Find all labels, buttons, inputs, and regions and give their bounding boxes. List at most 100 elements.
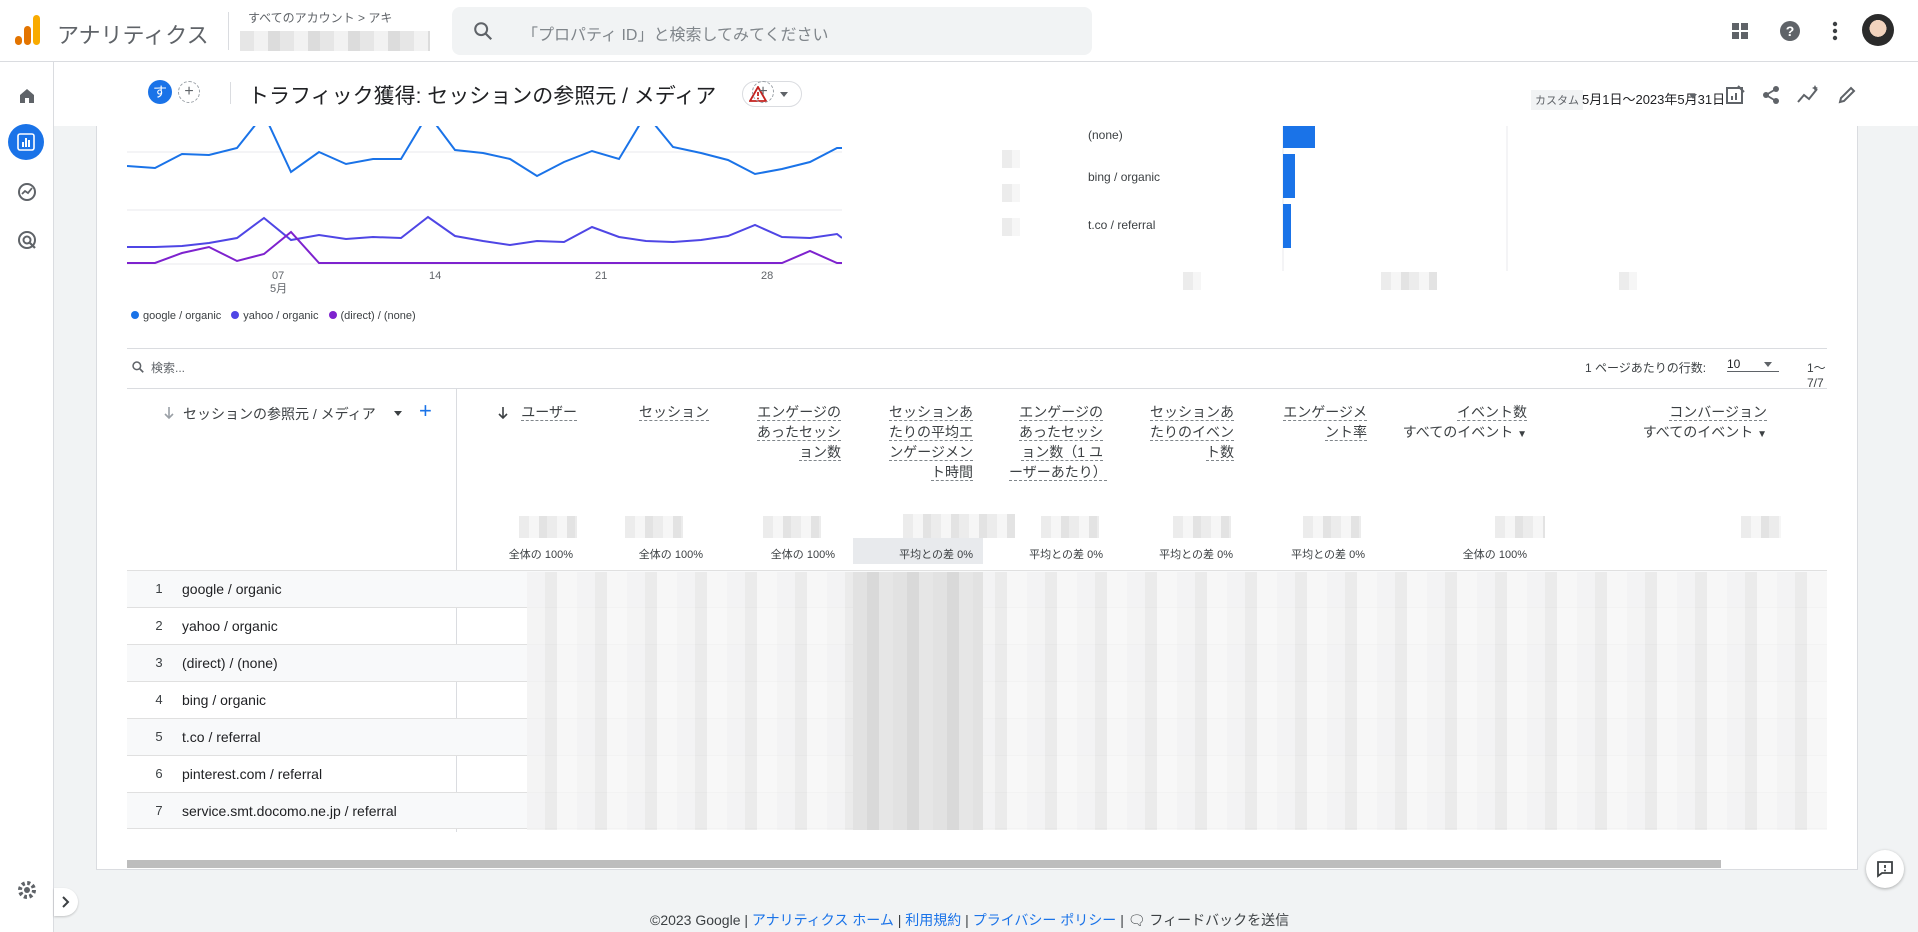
series-google-organic-line <box>127 126 842 178</box>
account-breadcrumb[interactable]: すべてのアカウント > アキ <box>248 9 392 26</box>
search-bar[interactable]: 「プロパティ ID」と検索してみてください <box>452 7 1092 55</box>
row-dimension: bing / organic <box>182 692 267 708</box>
advertising-icon[interactable] <box>13 226 41 254</box>
legend-dot-icon <box>328 311 337 319</box>
total-pct: 全体の 100% <box>1462 549 1527 561</box>
column-header-event-count[interactable]: イベント数 すべてのイベント ▼ <box>1397 402 1527 445</box>
table-search-input[interactable]: 検索... <box>151 359 185 376</box>
bar-label: t.co / referral <box>1088 218 1156 232</box>
legend-item[interactable]: (direct) / (none) <box>328 310 416 322</box>
sort-arrow-icon[interactable] <box>163 406 175 420</box>
legend-item[interactable]: google / organic <box>131 310 221 322</box>
add-comparison-button[interactable]: + <box>178 81 200 103</box>
event-filter-select[interactable]: すべてのイベント <box>1403 424 1513 440</box>
pagination-status: 1～7/7 <box>1807 361 1826 390</box>
column-header-sessions[interactable]: セッション <box>602 402 709 422</box>
date-range-picker[interactable]: 5月1日～2023年5月31日 <box>1582 89 1725 108</box>
row-dimension: yahoo / organic <box>182 618 278 634</box>
total-pct: 平均との差 0% <box>1029 549 1103 561</box>
home-icon[interactable] <box>13 82 41 110</box>
redacted-value <box>1381 272 1437 290</box>
svg-text:?: ? <box>1786 23 1795 39</box>
column-header-users[interactable]: ユーザー <box>512 402 577 422</box>
row-index: 7 <box>155 803 163 818</box>
redacted-total <box>763 516 821 538</box>
redacted-value <box>1183 272 1201 290</box>
search-input[interactable]: 「プロパティ ID」と検索してみてください <box>522 21 829 45</box>
total-pct: 平均との差 0% <box>1159 549 1233 561</box>
analytics-home-link[interactable]: アナリティクス ホーム <box>752 912 894 928</box>
top-bar: アナリティクス すべてのアカウント > アキ 「プロパティ ID」と検索してみて… <box>0 0 1918 62</box>
legend-dot-icon <box>131 311 139 319</box>
admin-gear-icon[interactable] <box>13 876 41 904</box>
bar-bing-organic <box>1283 154 1295 198</box>
property-name-redacted[interactable] <box>240 31 430 51</box>
chevron-down-icon[interactable] <box>1688 93 1698 101</box>
customize-report-icon[interactable] <box>1724 84 1746 106</box>
search-icon <box>474 22 493 41</box>
column-header-engagement-rate[interactable]: エンゲージメント率 <box>1273 402 1367 442</box>
feedback-link[interactable]: 🗨 フィードバックを送信 <box>1128 912 1289 928</box>
row-index: 6 <box>155 766 163 781</box>
insights-icon[interactable] <box>1796 84 1820 106</box>
apps-grid-icon[interactable] <box>1727 18 1753 44</box>
bar-tco-referral <box>1283 204 1291 248</box>
redacted-total <box>1041 516 1099 538</box>
row-dimension: google / organic <box>182 581 282 597</box>
column-header-avg-engagement-time[interactable]: セッションあたりの平均エンゲージメント時間 <box>879 402 973 482</box>
chart-legend: google / organic yahoo / organic (direct… <box>131 310 416 322</box>
explore-icon[interactable] <box>13 178 41 206</box>
feedback-fab[interactable] <box>1866 850 1904 888</box>
row-index: 5 <box>155 729 163 744</box>
comparison-chip[interactable]: す <box>148 80 172 104</box>
redacted-value <box>1619 272 1637 290</box>
redacted-highlighted-column <box>853 572 983 830</box>
total-pct: 平均との差 0% <box>1291 549 1365 561</box>
analytics-logo[interactable] <box>14 14 42 46</box>
divider <box>127 388 1827 389</box>
copyright: ©2023 Google | <box>650 912 749 928</box>
expand-nav-button[interactable] <box>54 888 78 916</box>
page-title: トラフィック獲得: セッションの参照元 / メディア <box>248 85 717 108</box>
legend-item[interactable]: yahoo / organic <box>231 310 319 322</box>
footer: ©2023 Google | アナリティクス ホーム | 利用規約 | プライバ… <box>650 912 1290 928</box>
column-header-events-per-session[interactable]: セッションあたりのイベント数 <box>1140 402 1234 462</box>
bar-chart[interactable] <box>1097 126 1697 294</box>
bar-label: bing / organic <box>1088 170 1161 184</box>
add-report-filter-button[interactable]: + <box>752 81 774 103</box>
rows-per-page-select[interactable]: 10 <box>1727 357 1779 372</box>
column-header-conversions[interactable]: コンバージョン すべてのイベント ▼ <box>1577 402 1767 445</box>
app-title: アナリティクス <box>57 23 209 48</box>
edit-pencil-icon[interactable] <box>1836 84 1858 106</box>
chevron-down-icon <box>1764 362 1772 367</box>
dimension-header[interactable]: セッションの参照元 / メディア <box>183 404 376 424</box>
terms-link[interactable]: 利用規約 <box>905 912 961 928</box>
rows-per-page-label: 1 ページあたりの行数: <box>1585 361 1707 375</box>
divider <box>228 12 229 50</box>
avatar[interactable] <box>1862 14 1894 46</box>
column-header-engaged-sessions[interactable]: エンゲージのあったセッション数 <box>747 402 841 462</box>
event-filter-select[interactable]: すべてのイベント <box>1643 424 1753 440</box>
series-yahoo-organic-line <box>127 215 842 248</box>
column-header-engaged-sessions-per-user[interactable]: エンゲージのあったセッション数（1 ユーザーあたり） <box>1009 402 1107 482</box>
add-dimension-button[interactable]: + <box>419 398 432 424</box>
row-dimension: (direct) / (none) <box>182 655 278 671</box>
share-icon[interactable] <box>1760 84 1782 106</box>
legend-dot-icon <box>231 311 240 319</box>
reports-icon[interactable] <box>8 124 44 160</box>
left-nav <box>0 62 54 932</box>
more-vert-icon[interactable] <box>1822 18 1848 44</box>
sort-arrow-icon[interactable] <box>497 406 509 420</box>
chevron-down-icon[interactable] <box>393 410 403 418</box>
redacted-value <box>1002 150 1020 168</box>
horizontal-scrollbar[interactable] <box>127 860 1721 868</box>
feedback-icon <box>1877 861 1893 878</box>
redacted-value <box>1002 218 1020 236</box>
line-chart[interactable]: 07 5月 14 21 28 <box>127 126 842 306</box>
privacy-link[interactable]: プライバシー ポリシー <box>973 912 1117 928</box>
help-icon[interactable]: ? <box>1777 18 1803 44</box>
report-card: 07 5月 14 21 28 google / organic yahoo / … <box>96 126 1858 870</box>
redacted-total <box>625 516 683 538</box>
x-tick-label: 28 <box>761 270 773 282</box>
bar-label: (none) <box>1088 128 1123 142</box>
